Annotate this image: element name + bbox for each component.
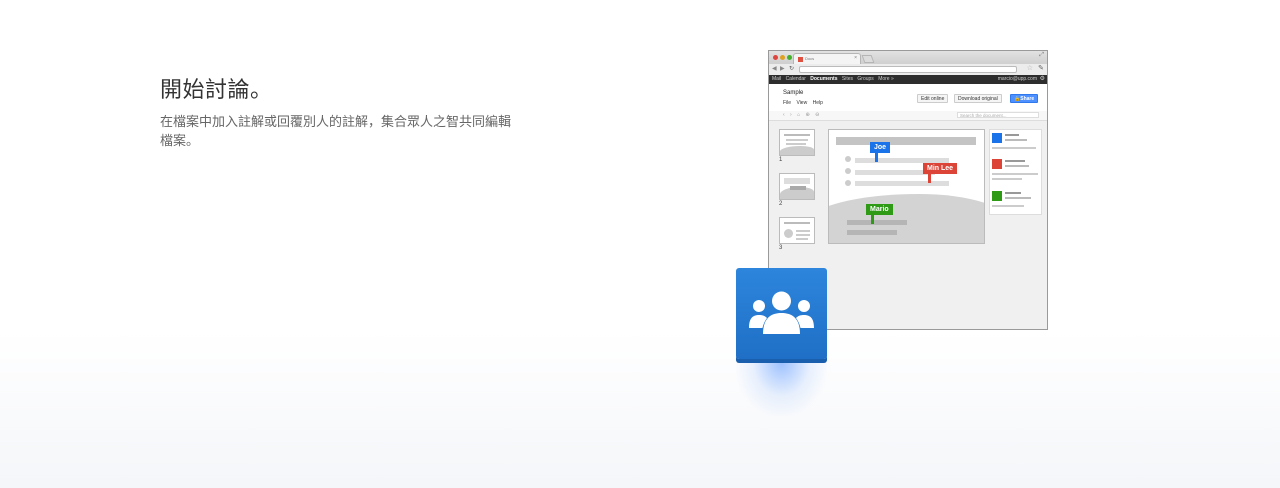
menu-file: File <box>783 100 792 106</box>
google-nav: Mail Calendar Documents Sites Groups Mor… <box>772 76 897 82</box>
back-icon: ◀ <box>772 66 777 72</box>
icon-glow <box>736 356 827 416</box>
reload-icon: ↻ <box>789 66 795 72</box>
close-dot-icon <box>773 55 778 60</box>
document-menu: File View Help <box>783 100 827 106</box>
viewer-tool-icons: ‹ › ⌂ ⊕ ⊖ <box>783 112 822 118</box>
google-bar: Mail Calendar Documents Sites Groups Mor… <box>769 75 1047 84</box>
slide-thumbnail <box>779 217 815 244</box>
forward-icon: ▶ <box>780 66 785 72</box>
thumbnail-number: 3 <box>779 245 783 251</box>
share-button: 🔒Share <box>1010 94 1039 103</box>
slide-thumbnail <box>779 129 815 156</box>
slide-text-line <box>855 181 949 186</box>
collaborator-cursor <box>875 153 878 162</box>
slide-text-line <box>847 230 897 235</box>
slide-thumbnail <box>779 173 815 200</box>
slide-heading-bar <box>836 137 976 145</box>
document-header: Sample File View Help Edit online Downlo… <box>769 84 1047 111</box>
people-group-icon <box>749 291 814 334</box>
edit-online-button: Edit online <box>917 94 949 103</box>
collaborator-cursor <box>871 215 874 224</box>
collaborator-joe: Joe <box>870 142 891 153</box>
resize-icon: ⤢ <box>1039 52 1044 58</box>
nav-item-calendar: Calendar <box>785 76 806 82</box>
nav-item-documents: Documents <box>810 76 838 82</box>
slide-text-line <box>847 220 907 225</box>
gear-icon: ⚙ <box>1039 76 1045 82</box>
wrench-icon: ✎ <box>1038 65 1044 72</box>
search-document-field: Search the document... <box>957 112 1039 118</box>
nav-item-more: More » <box>878 76 894 82</box>
slide-wave-shape <box>829 194 984 243</box>
share-label: Share <box>1020 96 1035 102</box>
collaborator-mario: Mario <box>866 204 893 215</box>
tab-title: Docs <box>805 56 815 61</box>
nav-item-groups: Groups <box>857 76 874 82</box>
thumbnail-number: 2 <box>779 201 783 207</box>
account-email: marcio@upp.com <box>997 76 1037 82</box>
address-bar <box>799 66 1017 73</box>
tab-close-icon: × <box>854 55 857 61</box>
collaborator-min-lee: Min Lee <box>923 163 958 174</box>
menu-view: View <box>796 100 808 106</box>
browser-titlebar: Docs × ⤢ <box>769 51 1047 64</box>
new-tab-icon <box>861 55 875 63</box>
star-icon: ☆ <box>1026 65 1033 72</box>
nav-item-mail: Mail <box>772 76 782 82</box>
collaborator-cursor <box>928 174 931 183</box>
page-title: 開始討論。 <box>160 77 273 102</box>
browser-tab: Docs × <box>793 53 861 64</box>
minimize-dot-icon <box>780 55 785 60</box>
download-original-button: Download original <box>954 94 1002 103</box>
bullet-icon <box>845 156 851 162</box>
document-toolbar: ‹ › ⌂ ⊕ ⊖ Search the document... <box>769 111 1047 121</box>
main-slide: Joe Min Lee Mario <box>828 129 985 244</box>
nav-item-sites: Sites <box>841 76 853 82</box>
docs-favicon-icon <box>798 57 803 62</box>
bullet-icon <box>845 168 851 174</box>
maximize-dot-icon <box>787 55 792 60</box>
comments-panel <box>989 129 1042 215</box>
thumbnail-number: 1 <box>779 157 783 163</box>
page-description: 在檔案中加入註解或回覆別人的註解，集合眾人之智共同編輯檔案。 <box>160 114 512 148</box>
bullet-icon <box>845 180 851 186</box>
menu-help: Help <box>812 100 823 106</box>
document-title: Sample <box>783 90 804 96</box>
people-group-icon <box>736 268 827 359</box>
